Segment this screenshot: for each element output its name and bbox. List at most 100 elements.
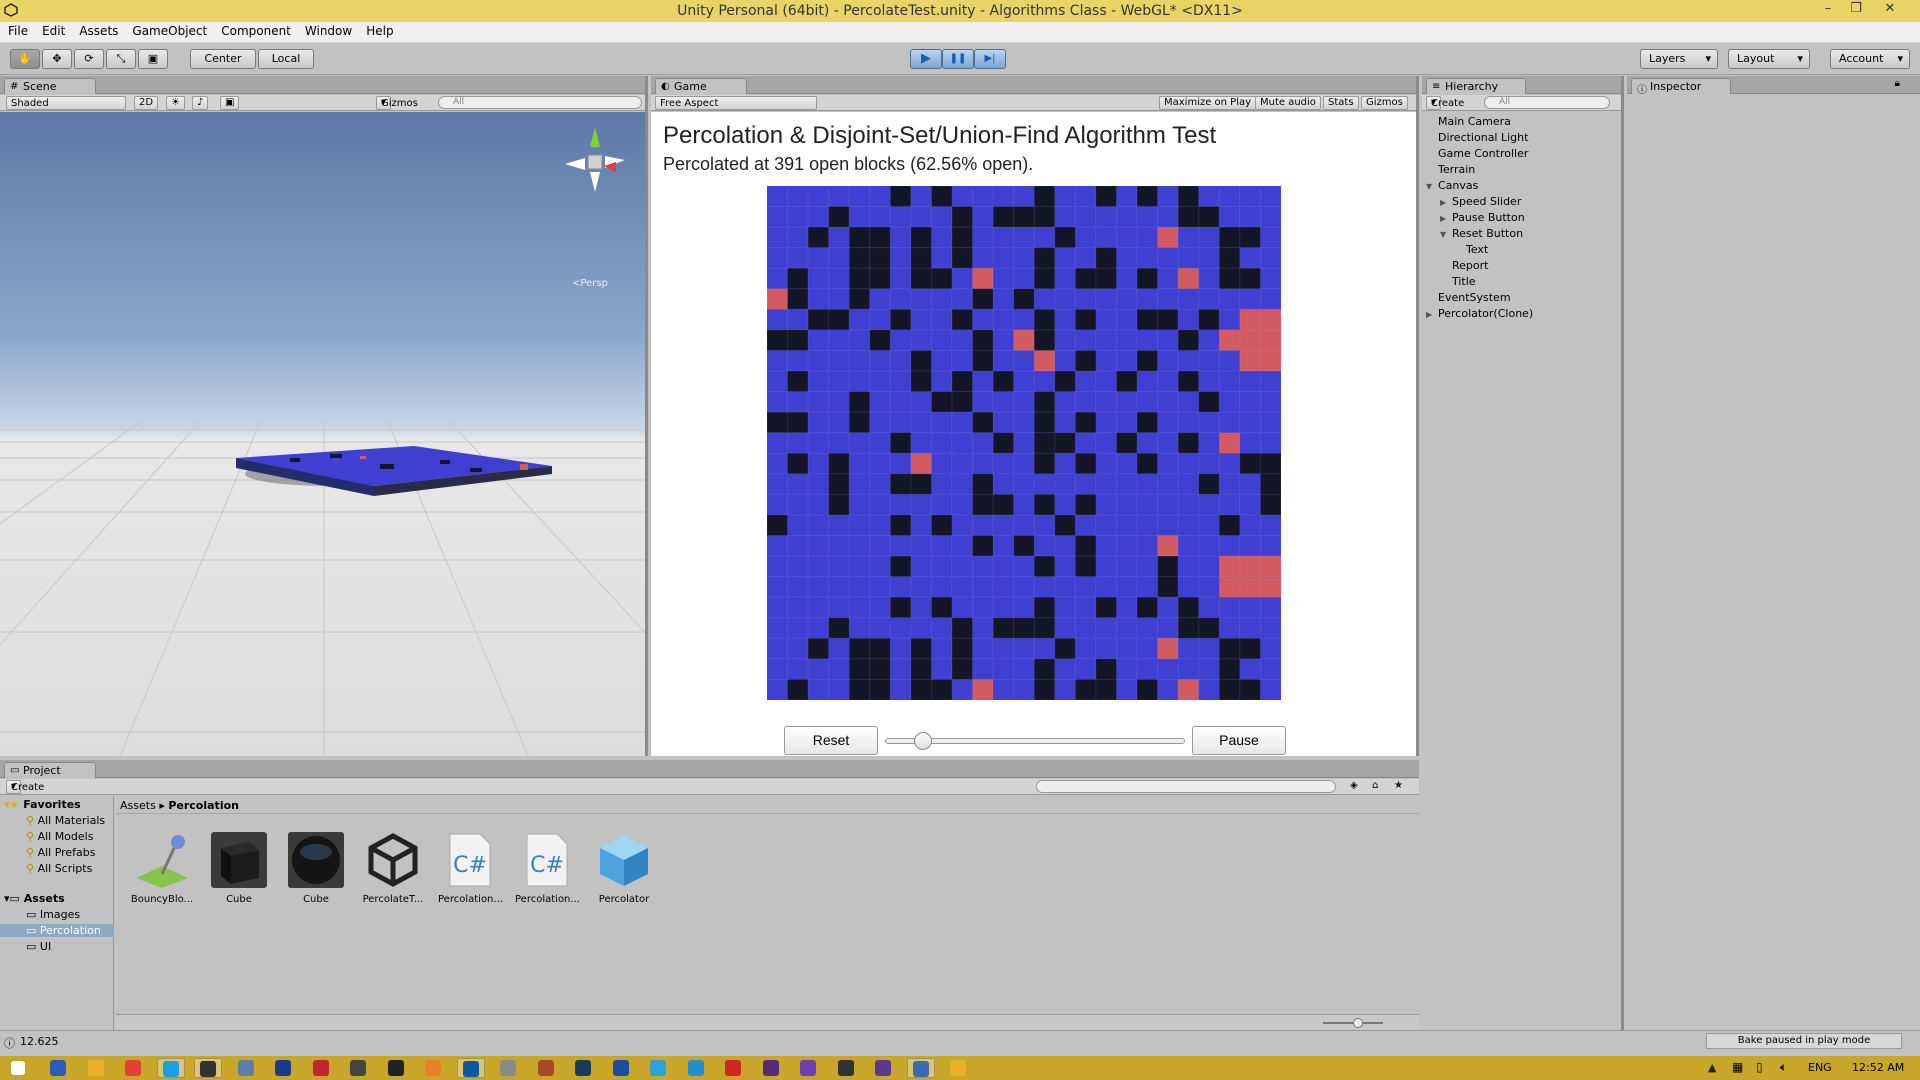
- asset-item[interactable]: Percolator: [592, 830, 656, 905]
- hierarchy-create-dropdown[interactable]: Create ▾: [1426, 96, 1464, 110]
- taskbar-app-button[interactable]: [156, 1058, 185, 1078]
- tab-inspector[interactable]: ⓘ Inspector: [1631, 78, 1731, 96]
- pivot-local-button[interactable]: Local: [258, 49, 314, 69]
- pause-toggle-button[interactable]: ❚❚: [942, 49, 974, 69]
- effects-toggle-icon[interactable]: ▣: [220, 96, 240, 110]
- speed-slider[interactable]: [885, 732, 1185, 750]
- taskbar-app-button[interactable]: [532, 1058, 560, 1078]
- scene-orientation-gizmo[interactable]: [560, 122, 630, 212]
- taskbar-app-button[interactable]: [794, 1058, 822, 1078]
- lock-icon[interactable]: 🔒︎: [1895, 78, 1900, 89]
- tab-hierarchy[interactable]: ≡ Hierarchy: [1426, 78, 1526, 94]
- hierarchy-item[interactable]: ▶ Percolator(Clone): [1426, 307, 1533, 320]
- expanded-arrow-icon[interactable]: ▼: [1426, 182, 1438, 191]
- taskbar-app-button[interactable]: [494, 1058, 522, 1078]
- breadcrumb-percolation[interactable]: Percolation: [168, 799, 239, 812]
- menu-window[interactable]: Window: [297, 22, 358, 38]
- tab-scene[interactable]: # Scene: [4, 78, 96, 94]
- menu-assets[interactable]: Assets: [71, 22, 124, 38]
- asset-item[interactable]: Cube: [207, 830, 271, 905]
- audio-toggle-icon[interactable]: ♪: [192, 96, 209, 110]
- layers-dropdown[interactable]: Layers ▾: [1640, 49, 1718, 69]
- pivot-center-button[interactable]: Center: [190, 49, 256, 69]
- hierarchy-item[interactable]: Text: [1454, 243, 1488, 256]
- taskbar-app-button[interactable]: [757, 1058, 785, 1078]
- taskbar-app-button[interactable]: [832, 1058, 860, 1078]
- layout-dropdown[interactable]: Layout ▾: [1728, 49, 1810, 69]
- favorites-header[interactable]: ▾★ Favorites: [4, 798, 81, 811]
- collapsed-arrow-icon[interactable]: ▶: [1440, 214, 1452, 223]
- tab-project[interactable]: ▭ Project: [4, 762, 96, 778]
- breadcrumb-assets[interactable]: Assets: [120, 799, 156, 812]
- taskbar-app-button[interactable]: [607, 1058, 635, 1078]
- taskbar-app-button[interactable]: [232, 1058, 260, 1078]
- favorite-item[interactable]: ⚲ All Scripts: [26, 862, 92, 875]
- menu-file[interactable]: File: [0, 22, 34, 38]
- hierarchy-item[interactable]: EventSystem: [1426, 291, 1511, 304]
- tray-chevron-icon[interactable]: ▲: [1708, 1061, 1716, 1074]
- speed-slider-handle[interactable]: [914, 732, 933, 750]
- hierarchy-item[interactable]: Directional Light: [1426, 131, 1528, 144]
- lighting-toggle-icon[interactable]: ☀: [166, 96, 185, 110]
- hand-tool-button[interactable]: ✋: [10, 49, 40, 69]
- rect-tool-button[interactable]: ▣: [138, 49, 168, 69]
- menu-gameobject[interactable]: GameObject: [124, 22, 213, 38]
- taskbar-app-button[interactable]: [906, 1058, 935, 1078]
- asset-item[interactable]: Cube: [284, 830, 348, 905]
- hierarchy-item[interactable]: Game Controller: [1426, 147, 1528, 160]
- reset-button[interactable]: Reset: [784, 726, 878, 755]
- network-icon[interactable]: ▦: [1732, 1060, 1743, 1074]
- play-button[interactable]: ▶: [910, 49, 942, 69]
- favorite-item[interactable]: ⚲ All Models: [26, 830, 93, 843]
- filter-label-icon[interactable]: ⌂: [1372, 780, 1378, 791]
- expanded-arrow-icon[interactable]: ▼: [1440, 230, 1452, 239]
- taskbar-app-button[interactable]: [344, 1058, 372, 1078]
- taskbar-app-button[interactable]: [944, 1058, 972, 1078]
- hierarchy-item[interactable]: ▶ Speed Slider: [1440, 195, 1521, 208]
- hierarchy-search-input[interactable]: All: [1484, 96, 1610, 109]
- project-create-dropdown[interactable]: Create ▾: [6, 780, 44, 794]
- scene-viewport[interactable]: <Persp: [0, 112, 645, 756]
- menu-component[interactable]: Component: [213, 22, 297, 38]
- hierarchy-item[interactable]: ▼ Reset Button: [1440, 227, 1523, 240]
- power-icon[interactable]: ▯: [1756, 1060, 1763, 1074]
- maximize-on-play-toggle[interactable]: Maximize on Play: [1159, 96, 1257, 110]
- favorite-item[interactable]: ⚲ All Prefabs: [26, 846, 96, 859]
- aspect-dropdown[interactable]: Free Aspect: [655, 96, 817, 110]
- scale-tool-button[interactable]: ⤡: [106, 49, 136, 69]
- favorite-item[interactable]: ⚲ All Materials: [26, 814, 105, 827]
- taskbar-app-button[interactable]: [119, 1058, 147, 1078]
- taskbar-app-button[interactable]: [82, 1058, 110, 1078]
- shading-dropdown[interactable]: Shaded: [6, 96, 126, 110]
- hierarchy-item[interactable]: ▼ Canvas: [1426, 179, 1478, 192]
- tab-game[interactable]: ◐ Game: [655, 78, 747, 94]
- taskbar-app-button[interactable]: [682, 1058, 710, 1078]
- close-button[interactable]: ✕: [1878, 1, 1902, 19]
- persp-label[interactable]: <Persp: [572, 278, 608, 289]
- restore-button[interactable]: ❐: [1844, 1, 1868, 19]
- pause-button[interactable]: Pause: [1192, 726, 1286, 755]
- move-tool-button[interactable]: ✥: [42, 49, 72, 69]
- taskbar-app-button[interactable]: [269, 1058, 297, 1078]
- taskbar-app-button[interactable]: [194, 1058, 222, 1078]
- taskbar-app-button[interactable]: [419, 1058, 447, 1078]
- hierarchy-item[interactable]: Main Camera: [1426, 115, 1511, 128]
- taskbar-app-button[interactable]: [569, 1058, 597, 1078]
- folder-item[interactable]: ▭ Percolation: [0, 924, 114, 937]
- taskbar-app-button[interactable]: [382, 1058, 410, 1078]
- filter-type-icon[interactable]: ◈: [1350, 780, 1358, 791]
- taskbar-app-button[interactable]: [44, 1058, 72, 1078]
- star-icon[interactable]: ★: [1394, 780, 1403, 791]
- step-button[interactable]: ▶|: [974, 49, 1006, 69]
- clock[interactable]: 12:52 AM: [1852, 1061, 1904, 1074]
- asset-item[interactable]: C# Percolation...: [438, 830, 503, 905]
- menu-edit[interactable]: Edit: [34, 22, 71, 38]
- folder-item[interactable]: ▭ UI: [0, 940, 114, 953]
- asset-item[interactable]: PercolateT...: [361, 830, 425, 905]
- language-indicator[interactable]: ENG: [1808, 1061, 1832, 1074]
- mute-audio-toggle[interactable]: Mute audio: [1255, 96, 1321, 110]
- project-search-input[interactable]: [1036, 780, 1336, 793]
- start-button[interactable]: [4, 1058, 32, 1078]
- collapsed-arrow-icon[interactable]: ▶: [1426, 310, 1438, 319]
- collapsed-arrow-icon[interactable]: ▶: [1440, 198, 1452, 207]
